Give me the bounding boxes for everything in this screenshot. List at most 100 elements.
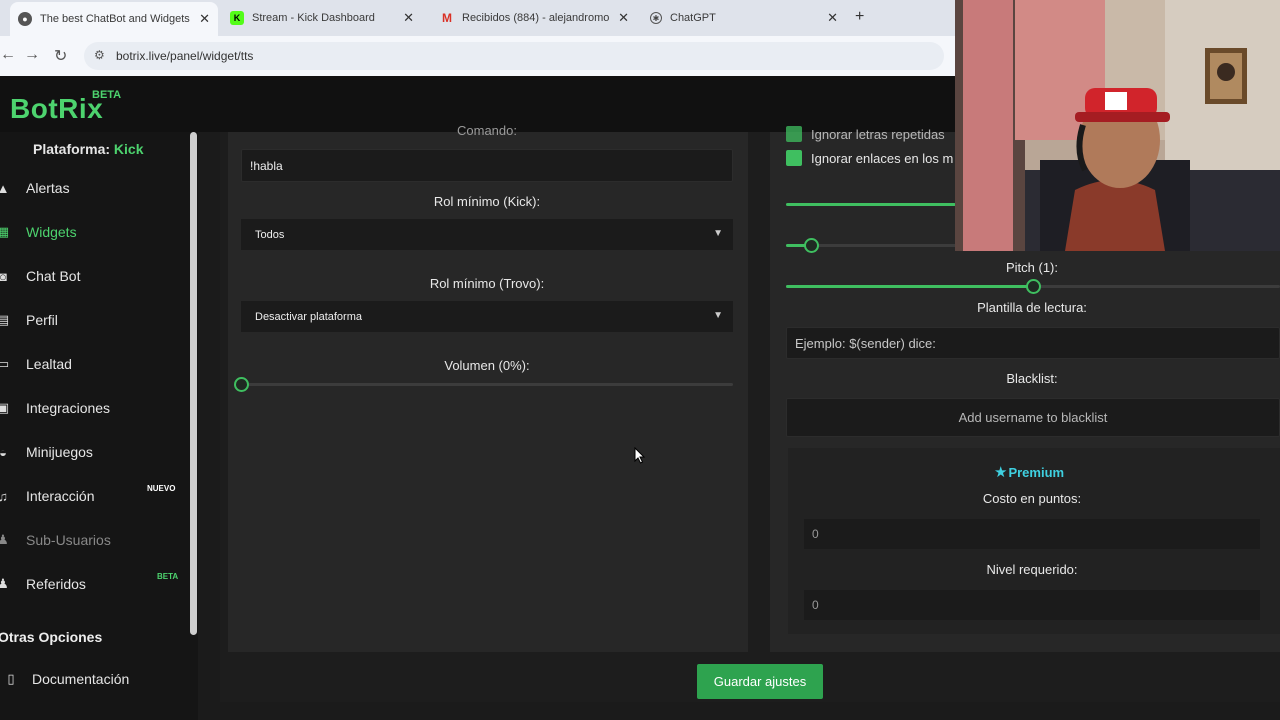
botrix-logo[interactable]: BotRix — [10, 93, 103, 125]
template-label: Plantilla de lectura: — [977, 300, 1087, 315]
id-card-icon: ▤ — [0, 312, 10, 327]
reload-icon[interactable]: ↻ — [54, 46, 67, 66]
volume-slider-thumb[interactable] — [234, 377, 249, 392]
url-field[interactable]: ⚙ botrix.live/panel/widget/tts — [84, 42, 944, 70]
close-tab-icon[interactable]: ✕ — [403, 10, 414, 26]
browser-globe-icon: ● — [18, 12, 32, 26]
close-tab-icon[interactable]: ✕ — [618, 10, 629, 26]
close-tab-icon[interactable]: ✕ — [827, 10, 838, 26]
pitch-slider-thumb[interactable] — [1026, 279, 1041, 294]
level-input[interactable]: 0 — [804, 590, 1260, 620]
sidebar-item-chat-bot[interactable]: ◙ Chat Bot — [0, 264, 80, 288]
gamepad-icon: ◒ — [0, 444, 7, 460]
ignore-repeated-checkbox-row[interactable]: Ignorar letras repetidas — [786, 126, 945, 142]
robot-icon: ◙ — [0, 268, 7, 284]
browser-tab-kick[interactable]: K Stream - Kick Dashboard ✕ — [222, 4, 422, 32]
sidebar-item-widgets[interactable]: ▦ Widgets — [0, 220, 77, 244]
sidebar-item-referidos[interactable]: ♟ Referidos — [0, 572, 86, 596]
kick-role-value: Todos — [255, 228, 285, 241]
premium-title-text: Premium — [1008, 464, 1065, 480]
browser-tab-chatgpt[interactable]: ✱ ChatGPT ✕ — [642, 4, 846, 32]
logo-beta-badge: BETA — [92, 89, 122, 101]
command-input[interactable]: !habla — [241, 149, 733, 182]
sidebar-item-label: Widgets — [26, 224, 77, 240]
ignore-links-checkbox-row[interactable]: Ignorar enlaces en los m — [786, 150, 953, 166]
book-icon: ▯ — [7, 671, 15, 686]
chevron-down-icon: ▼ — [713, 228, 723, 239]
grid-icon: ▦ — [0, 224, 10, 239]
beta-badge: BETA — [157, 572, 179, 581]
settings-panel-left — [228, 132, 748, 652]
sidebar-item-interaccion[interactable]: ♫ Interacción — [0, 484, 94, 508]
other-options-heading: Otras Opciones — [0, 629, 103, 645]
sidebar-scrollbar[interactable] — [190, 132, 197, 635]
platform-value: Kick — [113, 141, 144, 157]
checkbox-label: Ignorar letras repetidas — [811, 126, 945, 142]
platform-indicator: Plataforma: Kick — [33, 141, 144, 157]
users-icon: ♟ — [0, 532, 9, 547]
sidebar-item-label: Lealtad — [26, 356, 72, 372]
chevron-down-icon: ▼ — [713, 310, 723, 321]
ticket-icon: ▭ — [0, 356, 10, 371]
blacklist-input[interactable]: Add username to blacklist — [786, 398, 1280, 437]
sidebar-item-label: Documentación — [32, 671, 130, 687]
sidebar-item-integraciones[interactable]: ▣ Integraciones — [0, 396, 110, 420]
forward-icon[interactable]: → — [24, 46, 40, 64]
volume-slider-track[interactable] — [241, 383, 733, 386]
new-badge: NUEVO — [147, 484, 176, 493]
sidebar-item-label: Perfil — [26, 312, 58, 328]
streamer-webcam-image — [955, 0, 1280, 251]
sidebar-item-sub-usuarios[interactable]: ♟ Sub-Usuarios — [0, 528, 111, 552]
address-bar-row: ← → ↻ ⚙ botrix.live/panel/widget/tts — [0, 36, 955, 76]
trovo-role-value: Desactivar plataforma — [255, 310, 362, 323]
checkbox-checked[interactable] — [786, 150, 802, 166]
sidebar-item-lealtad[interactable]: ▭ Lealtad — [0, 352, 72, 376]
kick-logo-icon: K — [230, 11, 244, 25]
sidebar-item-label: Chat Bot — [26, 268, 81, 284]
trovo-role-label: Rol mínimo (Trovo): — [429, 276, 545, 291]
browser-tab-gmail[interactable]: M Recibidos (884) - alejandromo ✕ — [432, 4, 637, 32]
sidebar-item-perfil[interactable]: ▤ Perfil — [0, 308, 58, 332]
back-icon[interactable]: ← — [0, 46, 16, 64]
sidebar-item-minijuegos[interactable]: ◒ Minijuegos — [0, 440, 93, 464]
blacklist-label: Blacklist: — [1006, 371, 1058, 386]
volume-label: Volumen (0%): — [444, 358, 530, 373]
url-text: botrix.live/panel/widget/tts — [116, 49, 254, 63]
pitch-label: Pitch (1): — [1005, 260, 1058, 275]
browser-tab-botrix[interactable]: ● The best ChatBot and Widgets f ✕ — [10, 2, 218, 36]
kick-role-select[interactable]: Todos ▼ — [241, 219, 733, 250]
sidebar-item-label: Interacción — [26, 488, 95, 504]
sidebar-item-alertas[interactable]: ▲ Alertas — [0, 176, 70, 200]
checkbox-checked[interactable] — [786, 126, 802, 142]
plug-icon: ▣ — [0, 400, 10, 415]
checkbox-label: Ignorar enlaces en los m — [811, 150, 954, 166]
close-tab-icon[interactable]: ✕ — [199, 11, 210, 27]
speed-slider-thumb[interactable] — [803, 238, 819, 253]
save-settings-button[interactable]: Guardar ajustes — [697, 664, 823, 699]
gmail-icon: M — [442, 11, 452, 25]
level-label: Nivel requerido: — [986, 562, 1078, 577]
template-input[interactable]: Ejemplo: $(sender) dice: — [786, 327, 1280, 359]
site-info-icon[interactable]: ⚙ — [94, 48, 105, 62]
music-icon: ♫ — [0, 488, 8, 504]
cost-input[interactable]: 0 — [804, 519, 1260, 549]
sidebar-item-label: Sub-Usuarios — [26, 532, 111, 548]
sidebar-item-label: Referidos — [26, 576, 86, 592]
tab-title: Recibidos (884) - alejandromo — [462, 12, 610, 24]
sidebar-item-documentacion[interactable]: ▯ Documentación — [0, 667, 129, 691]
cost-label: Costo en puntos: — [982, 491, 1082, 506]
trovo-role-select[interactable]: Desactivar plataforma ▼ — [241, 301, 733, 332]
browser-tab-bar: ● The best ChatBot and Widgets f ✕ K Str… — [0, 0, 955, 36]
people-icon: ♟ — [0, 576, 9, 591]
star-icon: ★ — [994, 464, 1008, 481]
kick-role-label: Rol mínimo (Kick): — [433, 194, 541, 209]
sidebar-item-label: Integraciones — [26, 400, 111, 416]
mouse-cursor-icon — [634, 447, 646, 464]
tab-title: ChatGPT — [670, 12, 716, 24]
webcam-overlay — [955, 0, 1280, 251]
sidebar: Plataforma: Kick ▲ Alertas ▦ Widgets ◙ C… — [0, 132, 198, 720]
platform-label: Plataforma: — [33, 141, 111, 157]
new-tab-icon[interactable]: + — [855, 8, 864, 26]
pitch-slider-fill — [786, 285, 1033, 288]
premium-title: ★ Premium — [994, 463, 1064, 481]
